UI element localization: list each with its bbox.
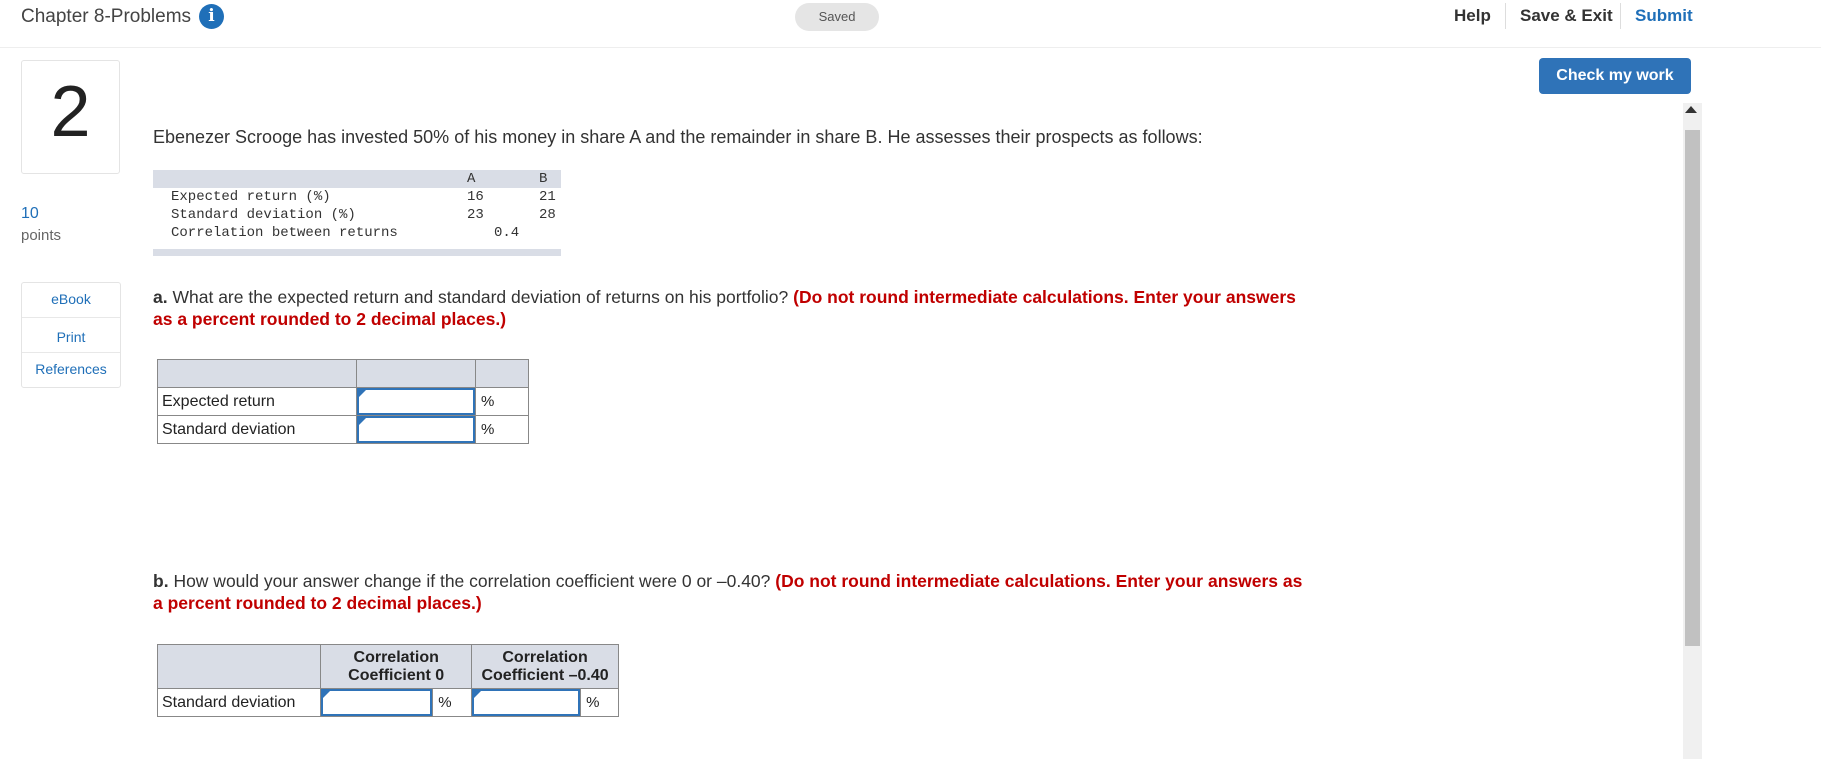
row-label: Correlation between returns: [171, 225, 398, 241]
part-a-answer-table: Expected return % Standard deviation %: [157, 359, 529, 444]
part-b-question: b. How would your answer change if the c…: [153, 570, 1303, 614]
col-a-header: A: [467, 171, 476, 187]
cell-a: 16: [467, 189, 484, 205]
nav-divider: [1505, 3, 1506, 29]
correlation-0-header: Correlation Coefficient 0: [320, 644, 473, 689]
header-line: Correlation: [353, 648, 439, 666]
scrollbar-thumb[interactable]: [1685, 130, 1700, 646]
saved-status-badge: Saved: [795, 3, 879, 31]
points-value: 10: [21, 205, 39, 222]
table-header-cell: [157, 359, 357, 388]
cell-a: 23: [467, 207, 484, 223]
percent-unit: %: [432, 688, 473, 717]
help-link[interactable]: Help: [1454, 6, 1491, 26]
save-exit-link[interactable]: Save & Exit: [1520, 6, 1613, 26]
question-intro: Ebenezer Scrooge has invested 50% of his…: [153, 127, 1203, 147]
col-b-header: B: [539, 171, 548, 187]
table-header-cell: [475, 359, 529, 388]
cell-b: 28: [539, 207, 556, 223]
data-table-footer: [153, 249, 561, 256]
part-a-question: a. What are the expected return and stan…: [153, 286, 1303, 330]
question-number: 2: [50, 72, 91, 152]
header-line: Coefficient 0: [348, 666, 445, 684]
info-icon[interactable]: i: [199, 4, 224, 29]
row-label: Standard deviation (%): [171, 207, 356, 223]
header-line: Coefficient –0.40: [481, 666, 609, 684]
check-my-work-button[interactable]: Check my work: [1539, 58, 1691, 94]
part-b-answer-table: Correlation Coefficient 0 Correlation Co…: [156, 644, 619, 717]
resource-divider: [22, 352, 120, 353]
correlation-neg040-header: Correlation Coefficient –0.40: [471, 644, 619, 689]
top-bar: Chapter 8-Problems i Saved Help Save & E…: [0, 0, 1821, 48]
points-label: points: [21, 227, 62, 244]
expected-return-input[interactable]: [357, 388, 475, 415]
percent-unit: %: [475, 415, 529, 444]
scroll-up-arrow-icon[interactable]: [1685, 106, 1697, 113]
table-header-cell: [356, 359, 476, 388]
standard-deviation-input[interactable]: [357, 416, 475, 443]
percent-unit: %: [580, 688, 619, 717]
table-header-cell: [156, 644, 322, 689]
data-table-header: [153, 170, 561, 188]
resource-divider: [22, 317, 120, 318]
part-b-text: How would your answer change if the corr…: [173, 571, 771, 591]
question-number-box: 2: [21, 60, 120, 174]
print-link[interactable]: Print: [22, 329, 120, 345]
expected-return-label: Expected return: [157, 387, 357, 416]
correlation-neg040-input[interactable]: [472, 689, 581, 716]
header-line: Correlation: [502, 648, 588, 666]
submit-link[interactable]: Submit: [1635, 6, 1693, 26]
correlation-0-input[interactable]: [321, 689, 433, 716]
nav-divider: [1620, 3, 1621, 29]
standard-deviation-label: Standard deviation: [156, 688, 322, 717]
references-link[interactable]: References: [22, 361, 120, 377]
part-b-prefix: b.: [153, 571, 169, 591]
percent-unit: %: [475, 387, 529, 416]
chapter-title: Chapter 8-Problems: [21, 6, 192, 27]
resources-panel: eBook Print References: [21, 282, 121, 388]
data-table: A B Expected return (%) 16 21 Standard d…: [153, 170, 561, 257]
cell-correlation: 0.4: [494, 225, 520, 241]
part-a-text: What are the expected return and standar…: [172, 287, 789, 307]
standard-deviation-label: Standard deviation: [157, 415, 357, 444]
row-label: Expected return (%): [171, 189, 331, 205]
part-a-prefix: a.: [153, 287, 168, 307]
cell-b: 21: [539, 189, 556, 205]
ebook-link[interactable]: eBook: [22, 291, 120, 307]
